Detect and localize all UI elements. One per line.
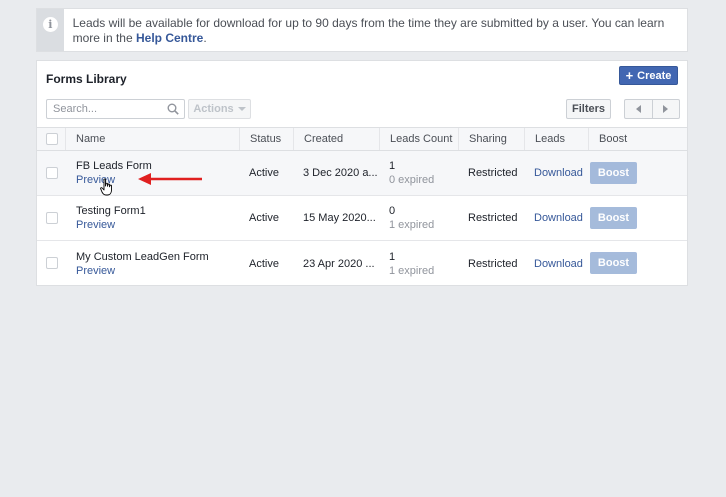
column-status[interactable]: Status	[239, 128, 293, 150]
search-box	[46, 99, 185, 119]
boost-button[interactable]: Boost	[590, 162, 637, 184]
created-date: 15 May 2020...	[303, 212, 376, 224]
row-checkbox[interactable]	[46, 167, 58, 179]
sharing-status: Restricted	[468, 167, 518, 179]
expired-count: 1 expired	[389, 265, 435, 277]
leads-count: 1	[389, 251, 396, 263]
column-leads[interactable]: Leads	[524, 128, 588, 150]
form-name: Testing Form1	[76, 205, 146, 217]
column-sharing[interactable]: Sharing	[458, 128, 524, 150]
preview-link[interactable]: Preview	[76, 219, 115, 231]
actions-dropdown[interactable]: Actions	[188, 99, 251, 119]
select-all-checkbox[interactable]	[46, 133, 58, 145]
plus-icon: +	[625, 68, 634, 83]
created-date: 23 Apr 2020 ...	[303, 258, 375, 270]
form-name: My Custom LeadGen Form	[76, 251, 209, 263]
expired-count: 1 expired	[389, 219, 435, 231]
created-date: 3 Dec 2020 a...	[303, 167, 378, 179]
leads-count: 1	[389, 160, 396, 172]
download-link[interactable]: Download	[534, 212, 583, 224]
status-text: Active	[249, 212, 279, 224]
forms-library-panel: Forms Library + Create Actions Filters N…	[36, 60, 688, 286]
download-link[interactable]: Download	[534, 258, 583, 270]
column-name[interactable]: Name	[65, 128, 239, 150]
leads-count: 0	[389, 205, 396, 217]
row-checkbox[interactable]	[46, 212, 58, 224]
prev-page-button[interactable]	[625, 100, 652, 118]
table-row: FB Leads Form Preview Active 3 Dec 2020 …	[37, 151, 687, 196]
filters-button[interactable]: Filters	[566, 99, 611, 119]
chevron-left-icon	[635, 105, 641, 113]
row-checkbox[interactable]	[46, 257, 58, 269]
next-page-button[interactable]	[651, 100, 680, 118]
notice-text: Leads will be available for download for…	[64, 9, 687, 51]
boost-button[interactable]: Boost	[590, 207, 637, 229]
expired-count: 0 expired	[389, 174, 435, 186]
notice-suffix: .	[203, 31, 207, 45]
panel-title: Forms Library	[46, 72, 127, 86]
sharing-status: Restricted	[468, 258, 518, 270]
info-icon: i	[42, 17, 58, 32]
preview-link[interactable]: Preview	[76, 265, 115, 277]
create-button[interactable]: + Create	[619, 66, 678, 85]
hand-cursor-icon	[100, 178, 112, 196]
annotation-arrow-icon	[138, 173, 202, 185]
help-centre-link[interactable]: Help Centre	[136, 31, 203, 45]
boost-button[interactable]: Boost	[590, 252, 637, 274]
table-row: Testing Form1 Preview Active 15 May 2020…	[37, 196, 687, 241]
caret-down-icon	[237, 107, 246, 111]
sharing-status: Restricted	[468, 212, 518, 224]
status-text: Active	[249, 167, 279, 179]
search-input[interactable]	[47, 100, 157, 118]
notice-icon-area: i	[37, 9, 64, 51]
form-name: FB Leads Form	[76, 160, 152, 172]
column-leads-count[interactable]: Leads Count	[379, 128, 458, 150]
table-row: My Custom LeadGen Form Preview Active 23…	[37, 241, 687, 286]
create-label: Create	[637, 69, 672, 82]
column-boost[interactable]: Boost	[588, 128, 687, 150]
search-icon	[167, 103, 179, 115]
chevron-right-icon	[663, 105, 669, 113]
pager	[624, 99, 680, 119]
column-created[interactable]: Created	[293, 128, 379, 150]
table-header: Name Status Created Leads Count Sharing …	[37, 127, 687, 151]
info-notice: i Leads will be available for download f…	[36, 8, 688, 52]
status-text: Active	[249, 258, 279, 270]
download-link[interactable]: Download	[534, 167, 583, 179]
actions-label: Actions	[193, 103, 234, 115]
